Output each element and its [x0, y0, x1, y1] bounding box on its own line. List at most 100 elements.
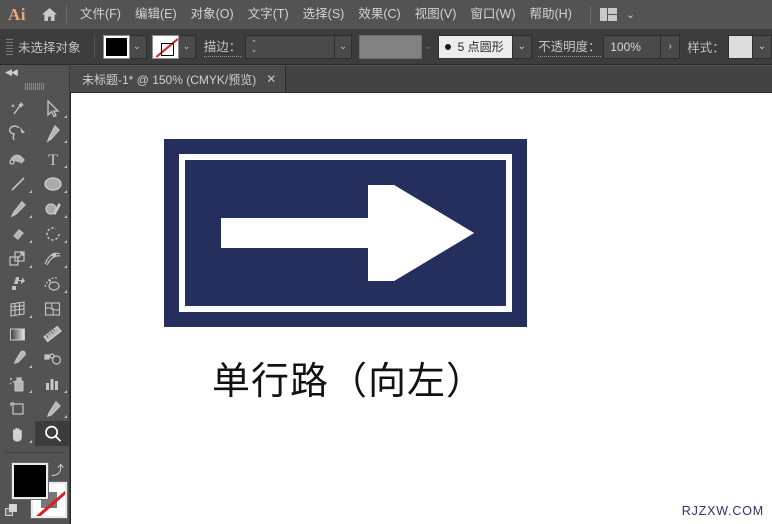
gradient-tool[interactable]: [0, 321, 35, 346]
document-tab[interactable]: 未标题-1* @ 150% (CMYK/预览) ✕: [70, 66, 287, 92]
workspace-divider: [589, 6, 591, 23]
shaper-tool[interactable]: [35, 196, 70, 221]
app-logo: Ai: [8, 4, 26, 24]
flyout-indicator: [64, 415, 67, 418]
stepper-down-icon[interactable]: ⌄: [251, 47, 257, 54]
shape-builder-tool[interactable]: [35, 271, 70, 296]
flyout-indicator: [64, 390, 67, 393]
home-icon[interactable]: [34, 0, 64, 29]
flyout-indicator: [29, 215, 32, 218]
blend-tool[interactable]: [35, 346, 70, 371]
flyout-indicator: [64, 140, 67, 143]
measure-tool[interactable]: [35, 321, 70, 346]
pen-tool[interactable]: [35, 121, 70, 146]
symbol-sprayer-tool[interactable]: [0, 371, 35, 396]
mesh-tool[interactable]: [35, 296, 70, 321]
brush-preview-icon: [444, 43, 451, 50]
type-tool[interactable]: T: [35, 146, 70, 171]
stroke-color-control[interactable]: ⌄: [151, 34, 196, 59]
menu-edit[interactable]: 编辑(E): [128, 0, 184, 29]
opacity-input[interactable]: 100%: [603, 34, 662, 59]
perspective-grid-tool[interactable]: [0, 296, 35, 321]
artwork-caption: 单行路（向左）: [212, 359, 486, 403]
fill-color-control[interactable]: ⌄: [102, 34, 147, 59]
opacity-expand-icon[interactable]: ›: [661, 34, 681, 59]
arrow-shape: [221, 185, 474, 281]
brush-chevron-down-icon[interactable]: ⌄: [512, 34, 532, 59]
variable-width-profile-box: [358, 34, 423, 59]
control-bar-grip[interactable]: [4, 36, 13, 58]
stroke-weight-control[interactable]: ⌃ ⌄ ⌄: [245, 34, 353, 59]
width-tool[interactable]: [35, 246, 70, 271]
rotate-tool[interactable]: [35, 221, 70, 246]
brush-definition-box[interactable]: 5 点圆形: [437, 34, 513, 59]
selection-status: 未选择对象: [18, 41, 81, 55]
flyout-indicator: [29, 265, 32, 268]
default-fill-stroke-icon[interactable]: [5, 504, 19, 518]
menu-window[interactable]: 窗口(W): [463, 0, 522, 29]
stroke-chevron-down-icon[interactable]: ⌄: [177, 34, 196, 59]
graphic-style-control[interactable]: ⌄: [728, 34, 772, 59]
tools-panel-grip[interactable]: [0, 79, 69, 93]
swap-fill-stroke-icon[interactable]: ⤴: [51, 460, 64, 479]
menu-file[interactable]: 文件(F): [73, 0, 128, 29]
menu-help[interactable]: 帮助(H): [523, 0, 579, 29]
stepper-up-icon[interactable]: ⌃: [251, 40, 257, 47]
divider: [93, 35, 95, 58]
column-graph-tool[interactable]: [35, 371, 70, 396]
style-label: 样式：: [687, 41, 725, 55]
fill-proxy-swatch[interactable]: [11, 462, 49, 500]
workspace-layout-icon[interactable]: [599, 8, 617, 21]
opacity-control[interactable]: 100% ›: [603, 34, 681, 59]
magic-wand-tool[interactable]: [0, 96, 35, 121]
flyout-indicator: [64, 215, 67, 218]
one-way-road-sign[interactable]: 单行路（向左）: [164, 139, 527, 403]
collapse-panel-icon[interactable]: ◀◀: [0, 66, 69, 79]
document-canvas[interactable]: 单行路（向左） RJZXW.COM: [70, 93, 772, 524]
menu-object[interactable]: 对象(O): [184, 0, 241, 29]
flyout-indicator: [29, 315, 32, 318]
curvature-tool[interactable]: [0, 146, 35, 171]
menu-select[interactable]: 选择(S): [296, 0, 352, 29]
menu-effect[interactable]: 效果(C): [351, 0, 407, 29]
scale-tool[interactable]: [0, 246, 35, 271]
menu-bar: Ai 文件(F) 编辑(E) 对象(O) 文字(T) 选择(S) 效果(C) 视…: [0, 0, 772, 29]
paintbrush-tool[interactable]: [0, 196, 35, 221]
close-icon[interactable]: ✕: [266, 73, 276, 85]
artboard-tool[interactable]: [0, 396, 35, 421]
fill-color-swatch[interactable]: [102, 34, 130, 59]
zoom-tool[interactable]: [35, 421, 70, 446]
menu-type[interactable]: 文字(T): [241, 0, 296, 29]
flyout-indicator: [64, 265, 67, 268]
illustrator-window: Ai 文件(F) 编辑(E) 对象(O) 文字(T) 选择(S) 效果(C) 视…: [0, 0, 772, 524]
style-chevron-down-icon[interactable]: ⌄: [753, 34, 772, 59]
variable-width-chevron-down-icon: ⌄: [424, 41, 433, 52]
brush-definition-label: 5 点圆形: [457, 40, 504, 54]
stroke-weight-label[interactable]: 描边：: [203, 36, 242, 57]
eyedropper-tool[interactable]: [0, 346, 35, 371]
menu-divider: [66, 6, 67, 23]
lasso-tool[interactable]: [0, 121, 35, 146]
selection-tool[interactable]: [35, 96, 70, 121]
flyout-indicator: [64, 290, 67, 293]
opacity-label[interactable]: 不透明度：: [538, 36, 601, 57]
fill-chevron-down-icon[interactable]: ⌄: [128, 34, 147, 59]
brush-definition-control[interactable]: 5 点圆形 ⌄: [437, 34, 532, 59]
line-segment-tool[interactable]: [0, 171, 35, 196]
free-transform-tool[interactable]: [0, 271, 35, 296]
hand-tool[interactable]: [0, 421, 35, 446]
chevron-down-icon[interactable]: ⌄: [626, 8, 635, 21]
stroke-weight-chevron-down-icon[interactable]: ⌄: [334, 34, 353, 59]
graphic-style-swatch[interactable]: [728, 34, 754, 59]
tools-panel: ◀◀ T ⤴: [0, 66, 70, 524]
stroke-none-swatch[interactable]: [151, 34, 179, 59]
eraser-tool[interactable]: [0, 221, 35, 246]
flyout-indicator: [29, 390, 32, 393]
stroke-weight-input[interactable]: [262, 34, 335, 59]
sign-background: [164, 139, 527, 327]
flyout-indicator: [29, 440, 32, 443]
stroke-weight-stepper[interactable]: ⌃ ⌄: [245, 34, 263, 59]
ellipse-tool[interactable]: [35, 171, 70, 196]
menu-view[interactable]: 视图(V): [408, 0, 464, 29]
slice-tool[interactable]: [35, 396, 70, 421]
